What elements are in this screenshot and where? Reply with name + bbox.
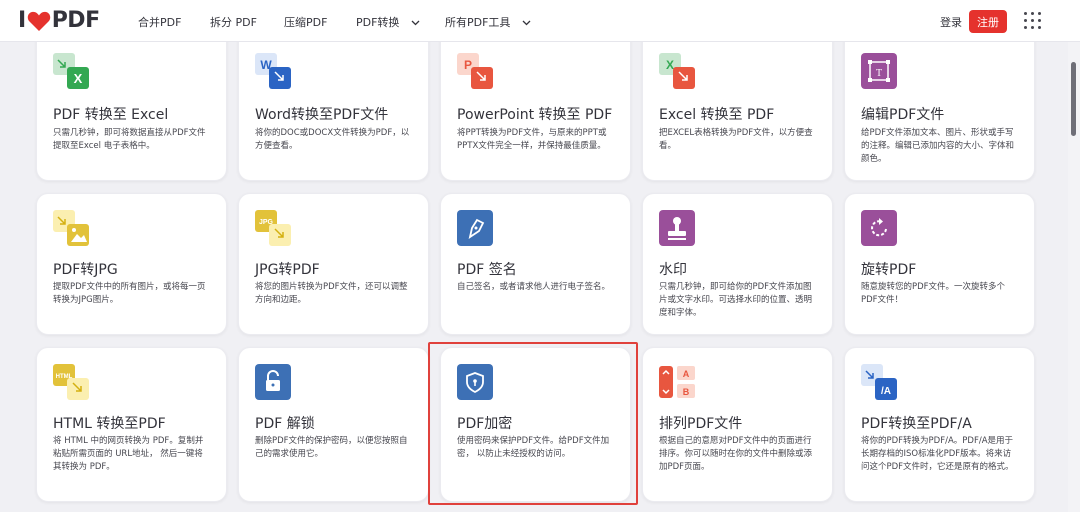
nav-split-pdf[interactable]: 拆分 PDF — [210, 14, 257, 30]
protect-pdf-icon — [457, 364, 493, 400]
logo-letter-i: I — [18, 8, 26, 33]
svg-text:X: X — [74, 71, 83, 86]
tool-card-protect-pdf[interactable]: PDF加密 使用密码来保护PDF文件。给PDF文件加密， 以防止未经授权的访问。 — [440, 347, 631, 502]
nav-all-tools[interactable]: 所有PDF工具 — [445, 14, 531, 30]
watermark-icon — [659, 210, 695, 246]
ilovepdf-logo[interactable]: I PDF — [18, 8, 100, 33]
tool-title: Word转换至PDF文件 — [255, 107, 389, 123]
tool-card-pdf-to-jpg[interactable]: PDF转JPG 提取PDF文件中的所有图片，或将每一页转换为JPG图片。 — [36, 193, 227, 335]
tool-description: 将您的图片转换为PDF文件，还可以调整方向和边距。 — [255, 282, 408, 305]
signup-button[interactable]: 注册 — [969, 10, 1007, 33]
svg-text:A: A — [683, 369, 690, 379]
jpg-to-pdf-icon: JPG — [255, 210, 291, 246]
excel-to-pdf-icon: X — [659, 53, 695, 89]
tool-card-excel-to-pdf[interactable]: X Excel 转换至 PDF 把EXCEL表格转换为PDF文件，以方便查看。 — [642, 30, 833, 181]
edit-pdf-icon: T — [861, 53, 897, 89]
tool-description: 使用密码来保护PDF文件。给PDF文件加密， 以防止未经授权的访问。 — [457, 436, 610, 459]
tool-description: 只需几秒钟，即可将数据直接从PDF文件提取至Excel 电子表格中。 — [53, 128, 206, 151]
svg-text:T: T — [876, 68, 882, 79]
nav-compress-pdf[interactable]: 压缩PDF — [284, 14, 327, 30]
top-nav-bar: I PDF 合并PDF 拆分 PDF 压缩PDF PDF转换 所有PDF工具 登… — [0, 0, 1080, 42]
tool-description: 给PDF文件添加文本、图片、形状或手写的注释。编辑已添加内容的大小、字体和颜色。 — [861, 128, 1015, 164]
tool-card-rotate-pdf[interactable]: 旋转PDF 随意旋转您的PDF文件。一次旋转多个PDF文件！ — [844, 193, 1035, 335]
scrollbar-thumb[interactable] — [1071, 62, 1076, 136]
tool-title: JPG转PDF — [255, 262, 320, 278]
tool-description: 自己签名，或者请求他人进行电子签名。 — [457, 282, 611, 292]
pdf-to-pdfa-icon: /A — [861, 364, 897, 400]
tool-title: 排列PDF文件 — [659, 416, 743, 432]
pdf-to-jpg-icon — [53, 210, 89, 246]
tool-card-html-to-pdf[interactable]: HTML HTML 转换至PDF 将 HTML 中的网页转换为 PDF。复制并粘… — [36, 347, 227, 502]
tool-card-unlock-pdf[interactable]: PDF 解锁 删除PDF文件的保护密码，以便您按照自己的需求使用它。 — [238, 347, 429, 502]
svg-text:X: X — [666, 58, 674, 72]
tool-title: PDF加密 — [457, 416, 513, 432]
html-to-pdf-icon: HTML — [53, 364, 89, 400]
tool-description: 将你的DOC或DOCX文件转换为PDF，以方便查看。 — [255, 128, 410, 151]
heart-icon — [27, 11, 50, 31]
tool-title: 水印 — [659, 262, 687, 278]
tool-title: PDF转JPG — [53, 262, 118, 278]
tool-card-edit-pdf[interactable]: T 编辑PDF文件 给PDF文件添加文本、图片、形状或手写的注释。编辑已添加内容… — [844, 30, 1035, 181]
tool-description: 随意旋转您的PDF文件。一次旋转多个PDF文件！ — [861, 282, 1006, 305]
tool-title: PDF 签名 — [457, 262, 517, 278]
login-link[interactable]: 登录 — [940, 14, 962, 30]
nav-merge-pdf[interactable]: 合并PDF — [138, 14, 181, 30]
tool-description: 将你的PDF转换为PDF/A。PDF/A是用于长期存档的ISO标准化PDF版本。… — [861, 436, 1014, 472]
tool-card-word-to-pdf[interactable]: W Word转换至PDF文件 将你的DOC或DOCX文件转换为PDF，以方便查看… — [238, 30, 429, 181]
tool-title: Excel 转换至 PDF — [659, 107, 775, 123]
chevron-down-icon — [411, 20, 420, 26]
logo-letters-pdf: PDF — [51, 8, 100, 33]
tool-title: 旋转PDF — [861, 262, 917, 278]
tool-card-jpg-to-pdf[interactable]: JPG JPG转PDF 将您的图片转换为PDF文件，还可以调整方向和边距。 — [238, 193, 429, 335]
nav-convert-pdf[interactable]: PDF转换 — [356, 14, 420, 30]
tool-card-powerpoint-to-pdf[interactable]: P PowerPoint 转换至 PDF 将PPT转换为PDF文件，与原来的PP… — [440, 30, 631, 181]
chevron-down-icon — [522, 20, 531, 26]
tool-card-organize-pdf[interactable]: A B 排列PDF文件 根据自己的意愿对PDF文件中的页面进行排序。你可以随时在… — [642, 347, 833, 502]
tool-card-pdf-to-excel[interactable]: X PDF 转换至 Excel 只需几秒钟，即可将数据直接从PDF文件提取至Ex… — [36, 30, 227, 181]
rotate-pdf-icon — [861, 210, 897, 246]
word-to-pdf-icon: W — [255, 53, 291, 89]
tool-description: 根据自己的意愿对PDF文件中的页面进行排序。你可以随时在你的文件中删除或添加PD… — [659, 436, 813, 472]
tool-title: HTML 转换至PDF — [53, 416, 166, 432]
tool-title: PDF 转换至 Excel — [53, 107, 169, 123]
apps-grid-icon[interactable] — [1024, 12, 1042, 30]
tool-card-pdf-to-pdfa[interactable]: /A PDF转换至PDF/A 将你的PDF转换为PDF/A。PDF/A是用于长期… — [844, 347, 1035, 502]
tool-description: 提取PDF文件中的所有图片，或将每一页转换为JPG图片。 — [53, 282, 206, 305]
svg-text:P: P — [464, 58, 472, 72]
organize-pdf-icon: A B — [659, 366, 695, 398]
tool-description: 把EXCEL表格转换为PDF文件，以方便查看。 — [659, 128, 813, 151]
tool-description: 将PPT转换为PDF文件，与原来的PPT或PPTX文件完全一样，并保持最佳质量。 — [457, 128, 607, 151]
svg-text:B: B — [683, 387, 690, 397]
sign-pdf-icon — [457, 210, 493, 246]
powerpoint-to-pdf-icon: P — [457, 53, 493, 89]
svg-text:/A: /A — [881, 386, 891, 397]
unlock-pdf-icon — [255, 364, 291, 400]
tool-description: 只需几秒钟，即可给你的PDF文件添加图片或文字水印。可选择水印的位置、透明度和字… — [659, 282, 813, 318]
tool-card-watermark[interactable]: 水印 只需几秒钟，即可给你的PDF文件添加图片或文字水印。可选择水印的位置、透明… — [642, 193, 833, 335]
nav-all-tools-label: 所有PDF工具 — [445, 16, 511, 29]
nav-convert-label: PDF转换 — [356, 16, 400, 29]
pdf-to-excel-icon: X — [53, 53, 89, 89]
tool-title: PDF 解锁 — [255, 416, 315, 432]
tool-title: 编辑PDF文件 — [861, 107, 945, 123]
tool-title: PowerPoint 转换至 PDF — [457, 107, 613, 123]
tool-card-sign-pdf[interactable]: PDF 签名 自己签名，或者请求他人进行电子签名。 — [440, 193, 631, 335]
tool-description: 将 HTML 中的网页转换为 PDF。复制并粘贴所需页面的 URL地址， 然后一… — [53, 436, 204, 472]
tool-description: 删除PDF文件的保护密码，以便您按照自己的需求使用它。 — [255, 436, 408, 459]
tool-title: PDF转换至PDF/A — [861, 416, 972, 432]
